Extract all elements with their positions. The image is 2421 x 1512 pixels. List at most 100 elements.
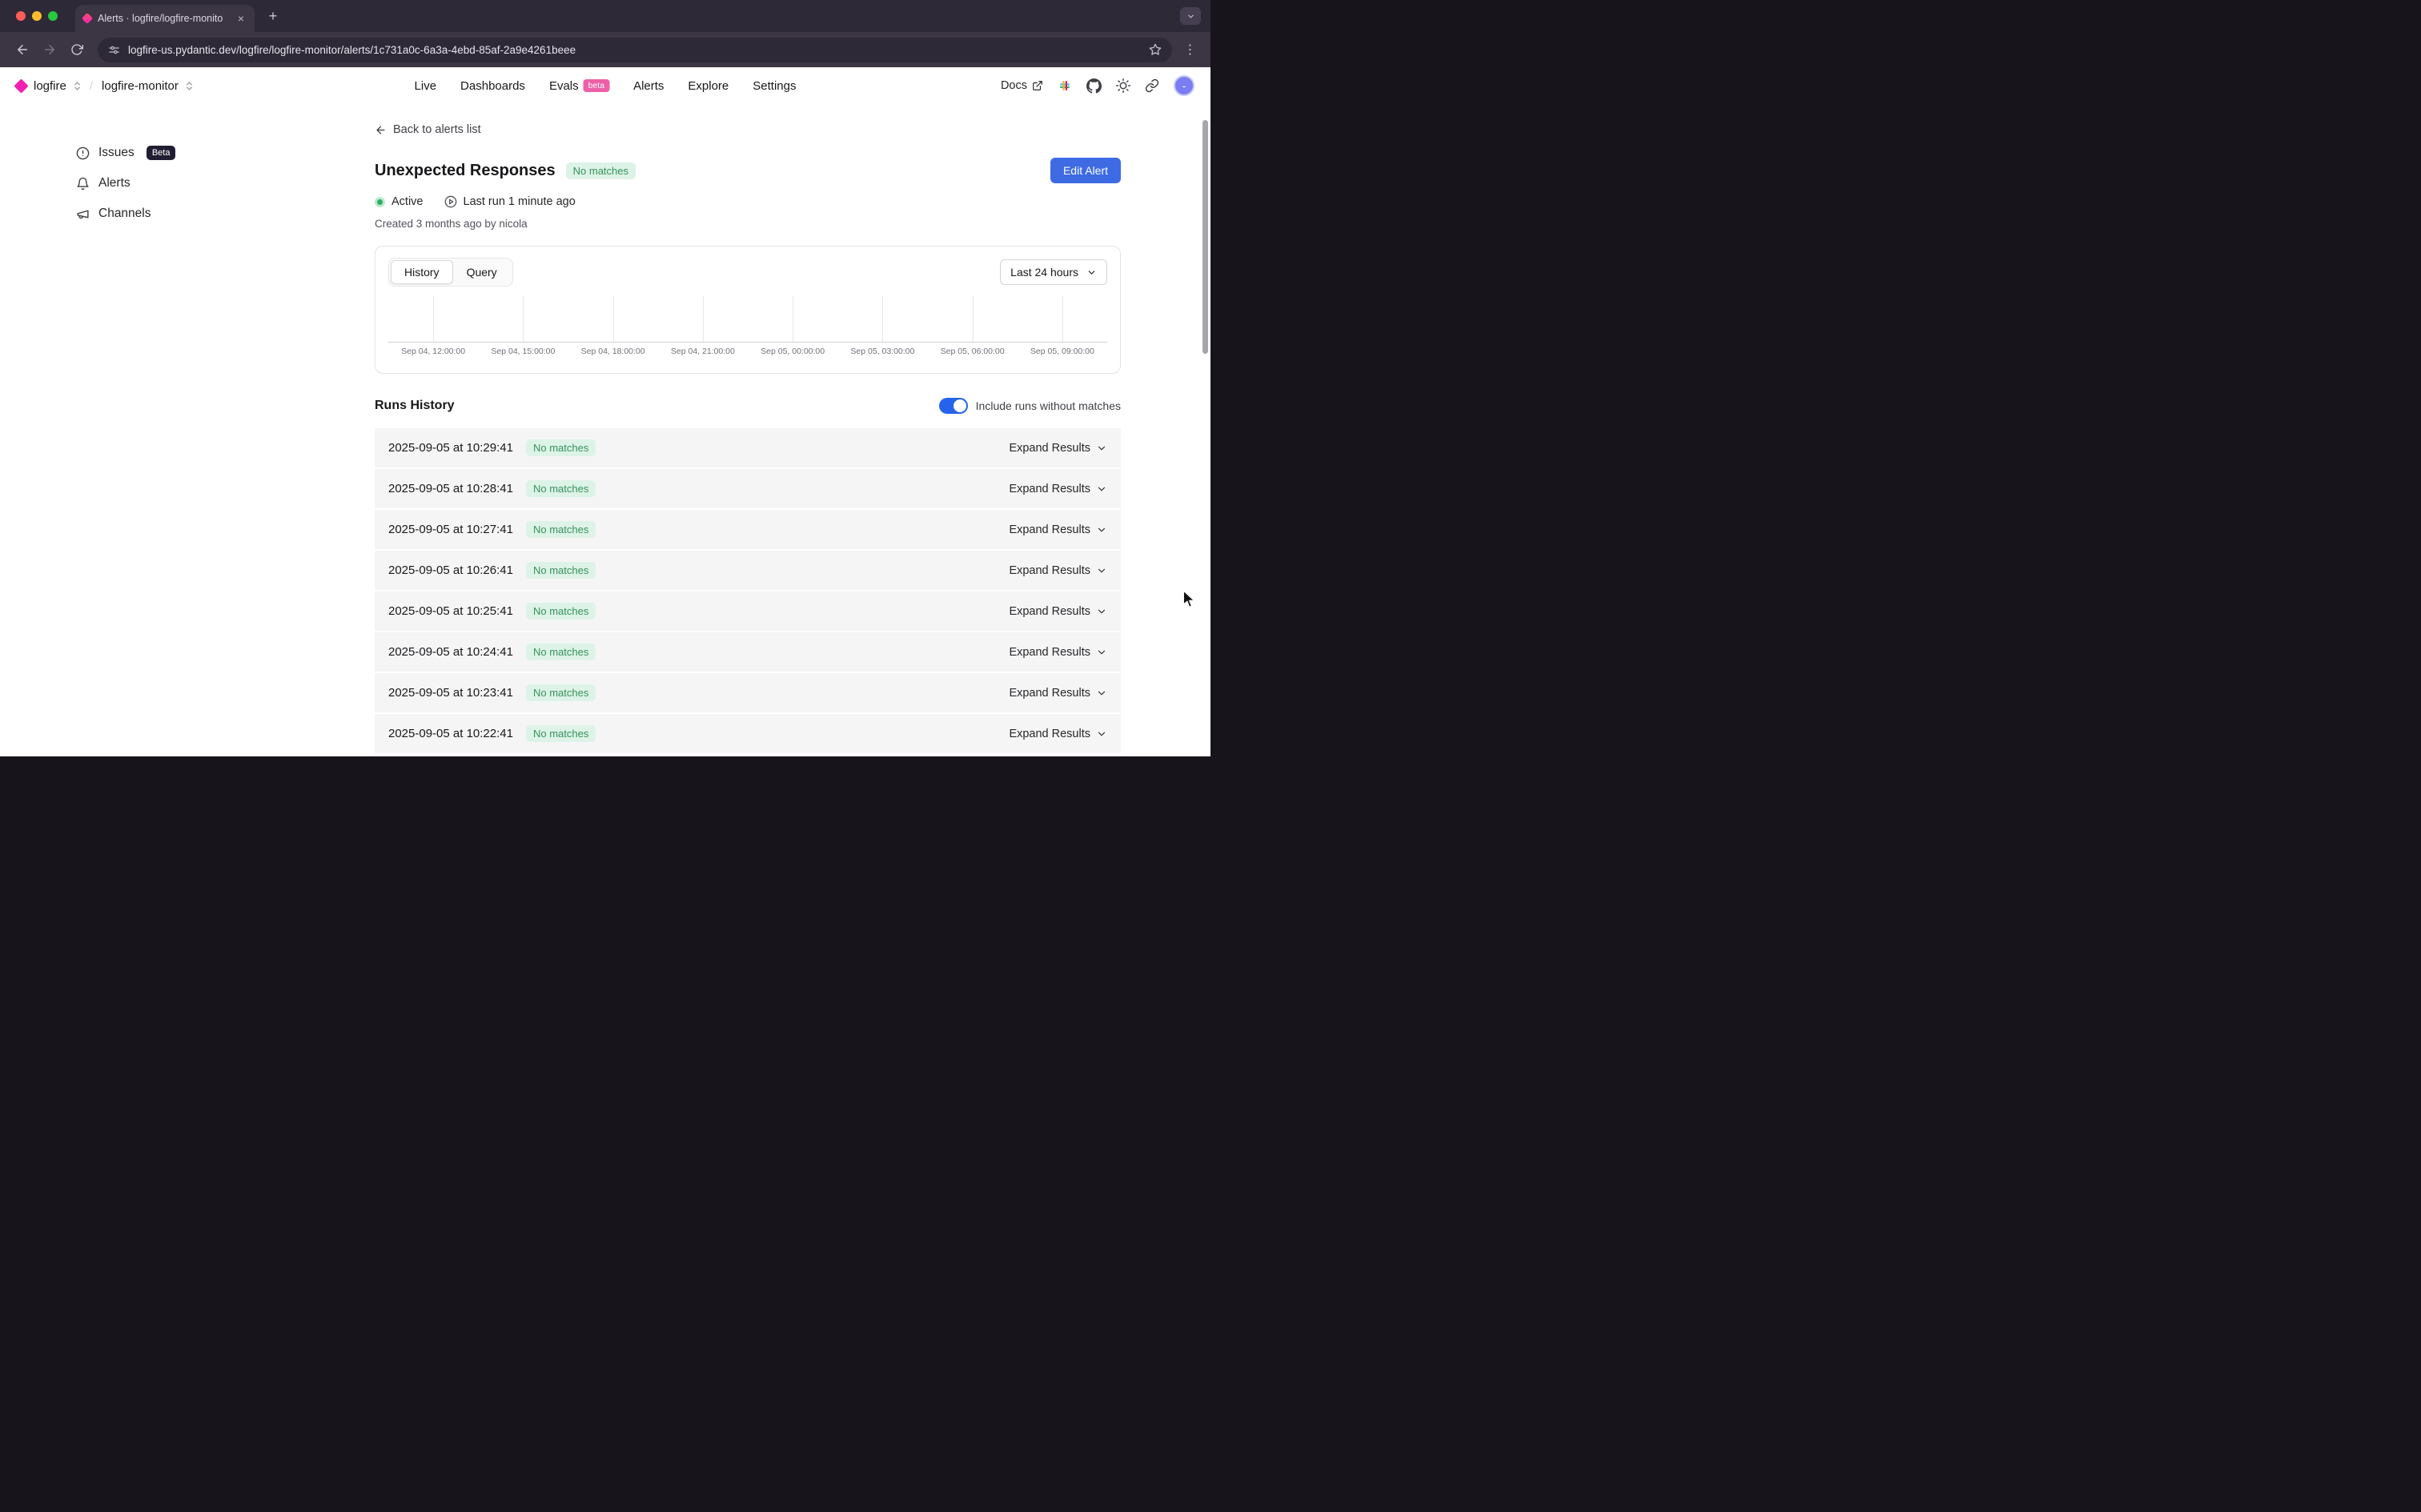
github-icon[interactable] — [1086, 78, 1102, 94]
expand-results-button[interactable]: Expand Results — [1009, 605, 1107, 618]
chart-gridline — [658, 296, 748, 342]
page-title: Unexpected Responses — [375, 162, 556, 180]
axis-tick: Sep 04, 12:00:00 — [388, 347, 478, 356]
chevron-down-icon — [1096, 688, 1107, 699]
tab-history[interactable]: History — [391, 260, 453, 284]
run-timestamp: 2025-09-05 at 10:23:41 — [388, 686, 513, 700]
chevron-down-icon — [1096, 524, 1107, 535]
browser-tab[interactable]: Alerts · logfire/logfire-monito × — [75, 5, 255, 32]
close-window-button[interactable] — [16, 11, 26, 21]
share-link-icon[interactable] — [1145, 78, 1159, 93]
back-button[interactable] — [10, 37, 35, 62]
expand-results-button[interactable]: Expand Results — [1009, 687, 1107, 700]
chevron-down-icon — [1186, 12, 1195, 21]
active-dot-icon — [375, 197, 385, 207]
new-tab-button[interactable]: + — [263, 6, 283, 26]
minimize-window-button[interactable] — [32, 11, 42, 21]
chevron-down-icon — [1096, 483, 1107, 495]
run-status-badge: No matches — [526, 684, 596, 701]
chart-gridline — [748, 296, 837, 342]
tab-query[interactable]: Query — [453, 260, 511, 284]
expand-results-button[interactable]: Expand Results — [1009, 483, 1107, 495]
tab-search-button[interactable] — [1180, 7, 1201, 25]
chart-gridline — [928, 296, 1018, 342]
logfire-favicon-icon — [82, 13, 93, 24]
forward-button[interactable] — [37, 37, 62, 62]
evals-beta-badge: beta — [584, 79, 609, 92]
browser-toolbar: logfire-us.pydantic.dev/logfire/logfire-… — [0, 32, 1210, 67]
tab-close-icon[interactable]: × — [235, 12, 247, 25]
arrow-left-icon — [15, 42, 30, 57]
window-controls — [16, 11, 58, 21]
chart-x-axis: Sep 04, 12:00:00 Sep 04, 15:00:00 Sep 04… — [388, 347, 1107, 356]
runs-list: 2025-09-05 at 10:29:41 No matches Expand… — [375, 428, 1121, 755]
chart-gridline — [1018, 296, 1107, 342]
breadcrumb-separator: / — [88, 79, 94, 93]
sidebar-item-issues[interactable]: Issues Beta — [75, 138, 375, 168]
nav-dashboards[interactable]: Dashboards — [460, 79, 525, 93]
docs-link[interactable]: Docs — [1001, 79, 1043, 92]
axis-tick: Sep 05, 00:00:00 — [748, 347, 837, 356]
project-switcher[interactable]: logfire-monitor — [102, 79, 179, 93]
run-row: 2025-09-05 at 10:29:41 No matches Expand… — [375, 428, 1121, 469]
tab-title: Alerts · logfire/logfire-monito — [98, 13, 229, 24]
edit-alert-button[interactable]: Edit Alert — [1050, 158, 1121, 183]
history-card-header: History Query Last 24 hours — [388, 258, 1107, 287]
page-body: Issues Beta Alerts Channels Back to aler… — [0, 104, 1210, 756]
sidebar-item-channels[interactable]: Channels — [75, 199, 375, 229]
expand-results-button[interactable]: Expand Results — [1009, 523, 1107, 536]
nav-alerts[interactable]: Alerts — [633, 79, 664, 93]
run-status-badge: No matches — [526, 562, 596, 579]
axis-tick: Sep 05, 09:00:00 — [1018, 347, 1107, 356]
user-avatar[interactable]: - — [1174, 75, 1194, 96]
runs-history-title: Runs History — [375, 399, 455, 413]
last-run-label: Last run 1 minute ago — [464, 195, 576, 208]
axis-tick: Sep 04, 21:00:00 — [658, 347, 748, 356]
nav-evals[interactable]: Evalsbeta — [549, 79, 609, 93]
run-status-badge: No matches — [526, 725, 596, 742]
run-row: 2025-09-05 at 10:25:41 No matches Expand… — [375, 592, 1121, 632]
run-timestamp: 2025-09-05 at 10:22:41 — [388, 727, 513, 740]
alert-circle-icon — [75, 146, 90, 160]
url-text[interactable]: logfire-us.pydantic.dev/logfire/logfire-… — [128, 44, 1141, 56]
include-runs-toggle-group: Include runs without matches — [939, 398, 1121, 414]
expand-results-button[interactable]: Expand Results — [1009, 442, 1107, 455]
expand-results-button[interactable]: Expand Results — [1009, 646, 1107, 659]
run-timestamp: 2025-09-05 at 10:27:41 — [388, 523, 513, 536]
chevron-updown-icon[interactable] — [186, 81, 193, 91]
sidebar-item-alerts[interactable]: Alerts — [75, 168, 375, 199]
issues-beta-badge: Beta — [147, 146, 176, 160]
run-row: 2025-09-05 at 10:28:41 No matches Expand… — [375, 469, 1121, 510]
reload-button[interactable] — [64, 37, 90, 62]
zoom-window-button[interactable] — [48, 11, 58, 21]
chevron-down-icon — [1096, 728, 1107, 740]
browser-window: Alerts · logfire/logfire-monito × + logf… — [0, 0, 1210, 756]
status-badge: No matches — [566, 162, 636, 179]
expand-results-button[interactable]: Expand Results — [1009, 728, 1107, 740]
chevron-updown-icon[interactable] — [74, 81, 81, 91]
reload-icon — [70, 43, 83, 56]
axis-tick: Sep 05, 06:00:00 — [928, 347, 1018, 356]
back-to-alerts-link[interactable]: Back to alerts list — [375, 123, 481, 136]
nav-live[interactable]: Live — [415, 79, 437, 93]
browser-menu-icon[interactable]: ⋮ — [1180, 42, 1201, 58]
toggle-label: Include runs without matches — [976, 399, 1121, 412]
include-runs-toggle[interactable] — [939, 398, 968, 414]
site-settings-icon[interactable] — [108, 44, 120, 56]
address-bar[interactable]: logfire-us.pydantic.dev/logfire/logfire-… — [98, 38, 1172, 62]
chevron-down-icon — [1096, 647, 1107, 658]
active-label: Active — [391, 195, 424, 208]
nav-settings[interactable]: Settings — [753, 79, 796, 93]
app-header: logfire / logfire-monitor Live Dashboard… — [0, 67, 1210, 104]
nav-explore[interactable]: Explore — [688, 79, 729, 93]
theme-sun-icon[interactable] — [1116, 78, 1130, 93]
header-actions: Docs - — [1001, 75, 1194, 96]
org-switcher[interactable]: logfire — [34, 79, 66, 93]
time-range-select[interactable]: Last 24 hours — [1000, 259, 1107, 285]
slack-icon[interactable] — [1058, 78, 1072, 93]
expand-results-button[interactable]: Expand Results — [1009, 564, 1107, 577]
sidebar-item-label: Issues — [98, 146, 134, 160]
page-scrollbar[interactable] — [1202, 120, 1208, 354]
bookmark-star-icon[interactable] — [1149, 43, 1162, 56]
run-status-badge: No matches — [526, 644, 596, 660]
